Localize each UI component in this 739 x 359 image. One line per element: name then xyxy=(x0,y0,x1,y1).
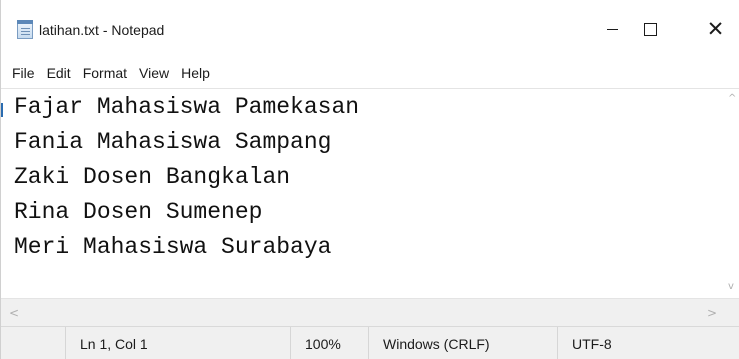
horizontal-scrollbar[interactable]: < > xyxy=(1,298,739,326)
status-zoom-text: 100% xyxy=(305,335,341,352)
maximize-icon xyxy=(643,22,657,36)
close-button[interactable]: ✕ xyxy=(691,0,739,58)
text-line[interactable]: Fania Mahasiswa Sampang xyxy=(1,125,725,160)
window-title: latihan.txt - Notepad xyxy=(39,22,165,38)
menu-help[interactable]: Help xyxy=(175,65,216,81)
text-line[interactable]: Rina Dosen Sumenep xyxy=(1,195,725,230)
menu-format[interactable]: Format xyxy=(77,65,133,81)
vertical-scrollbar[interactable]: ^ v xyxy=(725,88,739,298)
menu-view[interactable]: View xyxy=(133,65,175,81)
status-encoding-text: UTF-8 xyxy=(572,335,612,352)
status-zoom: 100% xyxy=(290,327,368,359)
scroll-down-icon[interactable]: v xyxy=(728,281,734,292)
status-line-ending: Windows (CRLF) xyxy=(368,327,557,359)
notepad-icon xyxy=(17,20,33,39)
scroll-up-icon[interactable]: ^ xyxy=(728,93,736,104)
text-line[interactable]: Zaki Dosen Bangkalan xyxy=(1,160,725,195)
minimize-icon xyxy=(606,28,618,30)
notepad-window: latihan.txt - Notepad ✕ File Edit Format… xyxy=(0,0,739,359)
text-line[interactable]: Fajar Mahasiswa Pamekasan xyxy=(1,90,725,125)
status-encoding: UTF-8 xyxy=(557,327,739,359)
status-position-text: Ln 1, Col 1 xyxy=(80,335,148,352)
status-position: Ln 1, Col 1 xyxy=(65,327,290,359)
title-bar[interactable]: latihan.txt - Notepad ✕ xyxy=(1,0,739,58)
scroll-right-icon[interactable]: > xyxy=(707,306,717,320)
maximize-button[interactable] xyxy=(627,0,673,58)
menu-edit[interactable]: Edit xyxy=(41,65,77,81)
text-editor[interactable]: Fajar Mahasiswa Pamekasan Fania Mahasisw… xyxy=(1,88,725,298)
status-bar: Ln 1, Col 1 100% Windows (CRLF) UTF-8 xyxy=(1,326,739,359)
text-line[interactable]: Meri Mahasiswa Surabaya xyxy=(1,230,725,265)
menu-bar: File Edit Format View Help xyxy=(1,58,739,88)
scroll-left-icon[interactable]: < xyxy=(9,306,19,320)
close-icon: ✕ xyxy=(706,16,725,41)
menu-file[interactable]: File xyxy=(10,65,41,81)
caret-marker xyxy=(1,103,3,117)
status-line-ending-text: Windows (CRLF) xyxy=(383,335,490,352)
